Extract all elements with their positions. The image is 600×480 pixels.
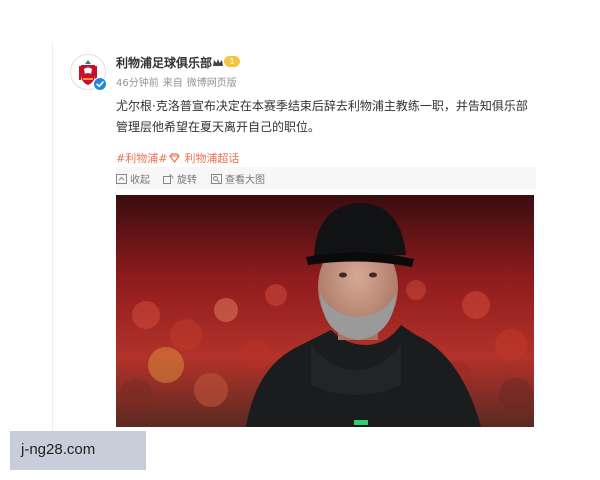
post-photo[interactable] xyxy=(116,195,534,427)
card-left-border xyxy=(52,42,53,434)
topic-tags: #利物浦# 利物浦超话 xyxy=(116,150,239,166)
collapse-button[interactable]: 收起 xyxy=(116,171,150,186)
collapse-label: 收起 xyxy=(130,175,150,186)
post-source[interactable]: 微博网页版 xyxy=(187,78,237,89)
super-topic-link[interactable]: 利物浦超话 xyxy=(184,152,239,165)
watermark: j-ng28.com xyxy=(10,431,146,470)
level-badge[interactable]: 1 xyxy=(224,56,240,67)
watermark-text: j-ng28.com xyxy=(21,441,96,458)
topic-tag-liverpool[interactable]: #利物浦# xyxy=(116,152,167,165)
author-name[interactable]: 利物浦足球俱乐部 xyxy=(116,54,212,71)
post-time[interactable]: 46分钟前 xyxy=(116,78,159,89)
post-text: 尤尔根·克洛普宣布决定在本赛季结束后辞去利物浦主教练一职，并告知俱乐部管理层他希… xyxy=(116,99,528,134)
media-toolbar: 收起 旋转 查看大图 xyxy=(116,167,536,189)
rotate-icon xyxy=(163,173,174,184)
verified-icon xyxy=(93,77,107,91)
view-full-label: 查看大图 xyxy=(225,175,265,186)
super-topic-icon xyxy=(169,153,181,166)
post-meta: 46分钟前 来自 微博网页版 xyxy=(116,74,241,89)
crown-icon xyxy=(212,54,224,73)
view-full-button[interactable]: 查看大图 xyxy=(211,171,265,186)
source-prefix: 来自 xyxy=(162,78,183,89)
rotate-button[interactable]: 旋转 xyxy=(163,171,197,186)
view-full-icon xyxy=(211,173,222,184)
collapse-icon xyxy=(116,173,127,184)
rotate-label: 旋转 xyxy=(177,175,197,186)
